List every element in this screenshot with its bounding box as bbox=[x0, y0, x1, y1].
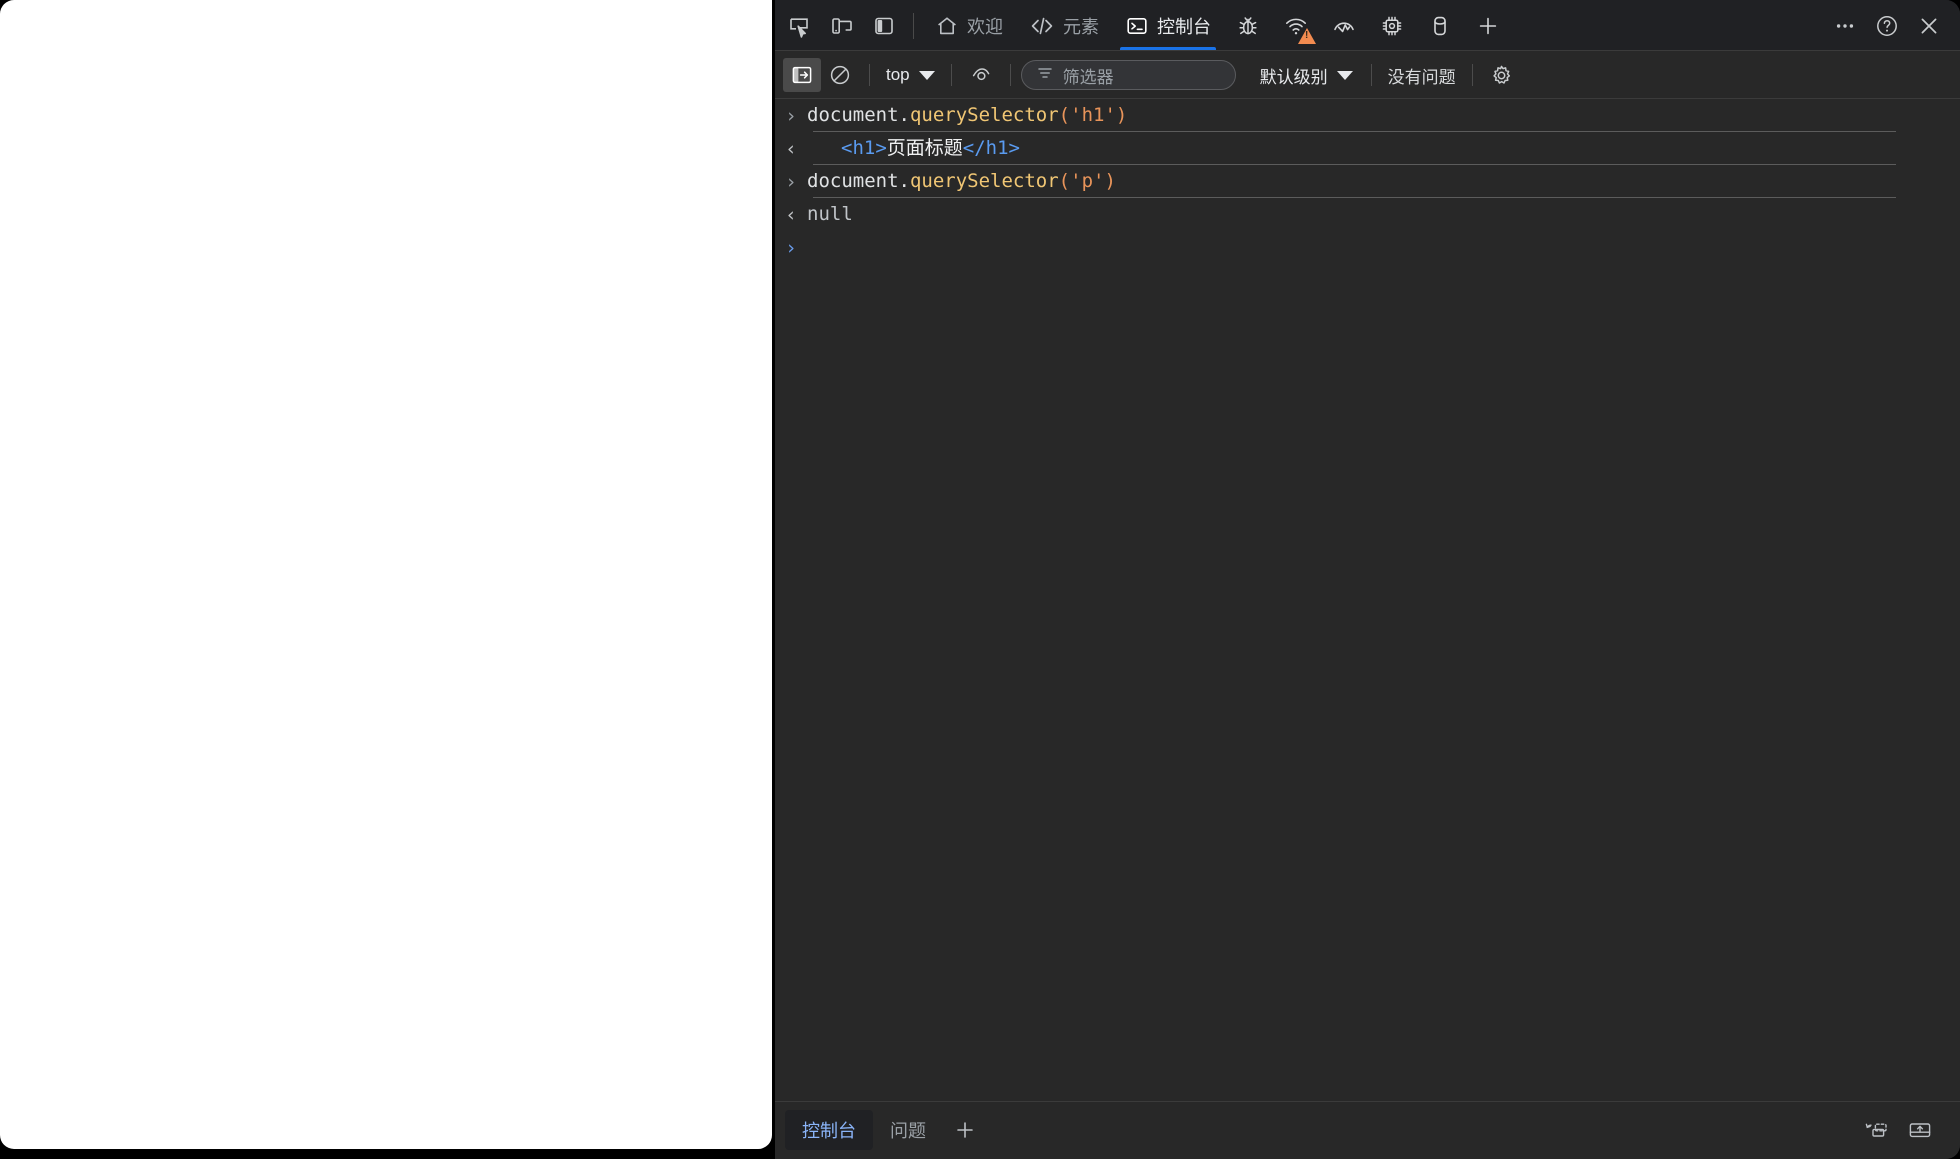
toolbar-divider-2 bbox=[950, 64, 952, 86]
toolbar-divider-3 bbox=[1009, 64, 1011, 86]
home-icon bbox=[935, 14, 959, 38]
chevron-down-icon bbox=[918, 70, 935, 80]
code-brackets-icon bbox=[1029, 14, 1055, 38]
console-entry-input-2[interactable]: › document.querySelector('p') bbox=[775, 165, 1960, 198]
console-entry-output-2[interactable]: ‹ null bbox=[775, 198, 1960, 231]
eye-live-expression-icon[interactable] bbox=[962, 58, 1000, 92]
drawer-tab-console-label: 控制台 bbox=[802, 1121, 856, 1141]
console-context-value: top bbox=[886, 65, 910, 84]
restore-drawer-icon[interactable] bbox=[1854, 1110, 1898, 1150]
filter-lines-icon bbox=[1036, 64, 1054, 87]
toolbar-divider-5 bbox=[1471, 64, 1473, 86]
tab-elements[interactable]: 元素 bbox=[1016, 0, 1112, 51]
console-log-level-value: 默认级别 bbox=[1259, 67, 1328, 87]
console-entry-text-2: <h1>页面标题</h1> bbox=[841, 137, 1020, 159]
drawer-tab-issues-label: 问题 bbox=[890, 1121, 926, 1141]
memory-chip-icon[interactable] bbox=[1368, 2, 1416, 50]
drawer-tab-issues[interactable]: 问题 bbox=[873, 1110, 943, 1150]
console-sidebar-toggle[interactable] bbox=[783, 58, 821, 92]
console-entry-text-3: document.querySelector('p') bbox=[807, 170, 1116, 192]
inspect-element-icon[interactable] bbox=[779, 6, 821, 46]
toolbar-divider-1 bbox=[869, 64, 870, 86]
network-wifi-icon[interactable] bbox=[1272, 2, 1320, 50]
console-toolbar: top 筛选器 默认级别 没有问题 bbox=[775, 51, 1960, 99]
console-settings-gear-icon[interactable] bbox=[1483, 58, 1521, 92]
clear-console-icon[interactable] bbox=[821, 58, 859, 92]
dock-panel-icon[interactable] bbox=[863, 6, 905, 46]
web-page-viewport[interactable] bbox=[0, 0, 772, 1149]
console-entry-text-1: document.querySelector('h1') bbox=[807, 104, 1128, 126]
device-toolbar-icon[interactable] bbox=[821, 6, 863, 46]
dock-to-bottom-icon[interactable] bbox=[1898, 1110, 1942, 1150]
console-output-marker-2: ‹ bbox=[785, 204, 797, 226]
console-input-marker-2: › bbox=[785, 171, 797, 193]
drawer-tab-console[interactable]: 控制台 bbox=[785, 1110, 873, 1150]
performance-gauge-icon[interactable] bbox=[1320, 2, 1368, 50]
screen-root: 欢迎 元素 控制台 ! top 筛选器 默认级别 没有问题 › document… bbox=[0, 0, 1960, 1159]
application-storage-icon[interactable] bbox=[1416, 2, 1464, 50]
console-entry-text-4: null bbox=[807, 203, 853, 225]
close-devtools-icon[interactable] bbox=[1908, 6, 1950, 46]
toolbar-divider-4 bbox=[1370, 64, 1372, 86]
console-context-selector[interactable]: top bbox=[880, 62, 941, 88]
console-prompt-marker: › bbox=[785, 237, 797, 259]
issues-status-text[interactable]: 没有问题 bbox=[1382, 63, 1462, 88]
debugger-bug-icon[interactable] bbox=[1224, 2, 1272, 50]
console-drawer-bar: 控制台 问题 bbox=[775, 1101, 1960, 1159]
console-output-marker-1: ‹ bbox=[785, 138, 797, 160]
console-entry-output-1[interactable]: ‹ <h1>页面标题</h1> bbox=[775, 132, 1960, 165]
console-terminal-icon bbox=[1125, 14, 1149, 38]
chevron-down-icon-level bbox=[1336, 70, 1353, 80]
tab-console-label: 控制台 bbox=[1157, 16, 1211, 37]
network-warning-badge bbox=[1298, 27, 1316, 44]
tab-console[interactable]: 控制台 bbox=[1112, 0, 1224, 51]
tab-elements-label: 元素 bbox=[1063, 16, 1099, 37]
tab-welcome-label: 欢迎 bbox=[967, 16, 1003, 37]
tab-welcome[interactable]: 欢迎 bbox=[922, 0, 1016, 51]
console-log-level-selector[interactable]: 默认级别 bbox=[1252, 60, 1361, 91]
console-output-area[interactable]: › document.querySelector('h1') ‹ <h1>页面标… bbox=[775, 99, 1960, 1101]
help-question-icon[interactable] bbox=[1866, 6, 1908, 46]
add-tab-plus-icon[interactable] bbox=[1464, 2, 1512, 50]
console-prompt-row[interactable]: › bbox=[775, 231, 1960, 264]
devtools-panel: 欢迎 元素 控制台 ! top 筛选器 默认级别 没有问题 › document… bbox=[775, 0, 1960, 1159]
console-filter-input[interactable]: 筛选器 bbox=[1020, 60, 1236, 90]
devtools-tabstrip: 欢迎 元素 控制台 ! bbox=[775, 0, 1960, 51]
tabstrip-divider bbox=[913, 12, 914, 39]
console-input-marker-1: › bbox=[785, 105, 797, 127]
more-options-icon[interactable] bbox=[1824, 6, 1866, 46]
drawer-add-tab-plus-icon[interactable] bbox=[943, 1110, 987, 1150]
console-entry-input-1[interactable]: › document.querySelector('h1') bbox=[775, 99, 1960, 132]
console-filter-placeholder: 筛选器 bbox=[1062, 67, 1114, 87]
